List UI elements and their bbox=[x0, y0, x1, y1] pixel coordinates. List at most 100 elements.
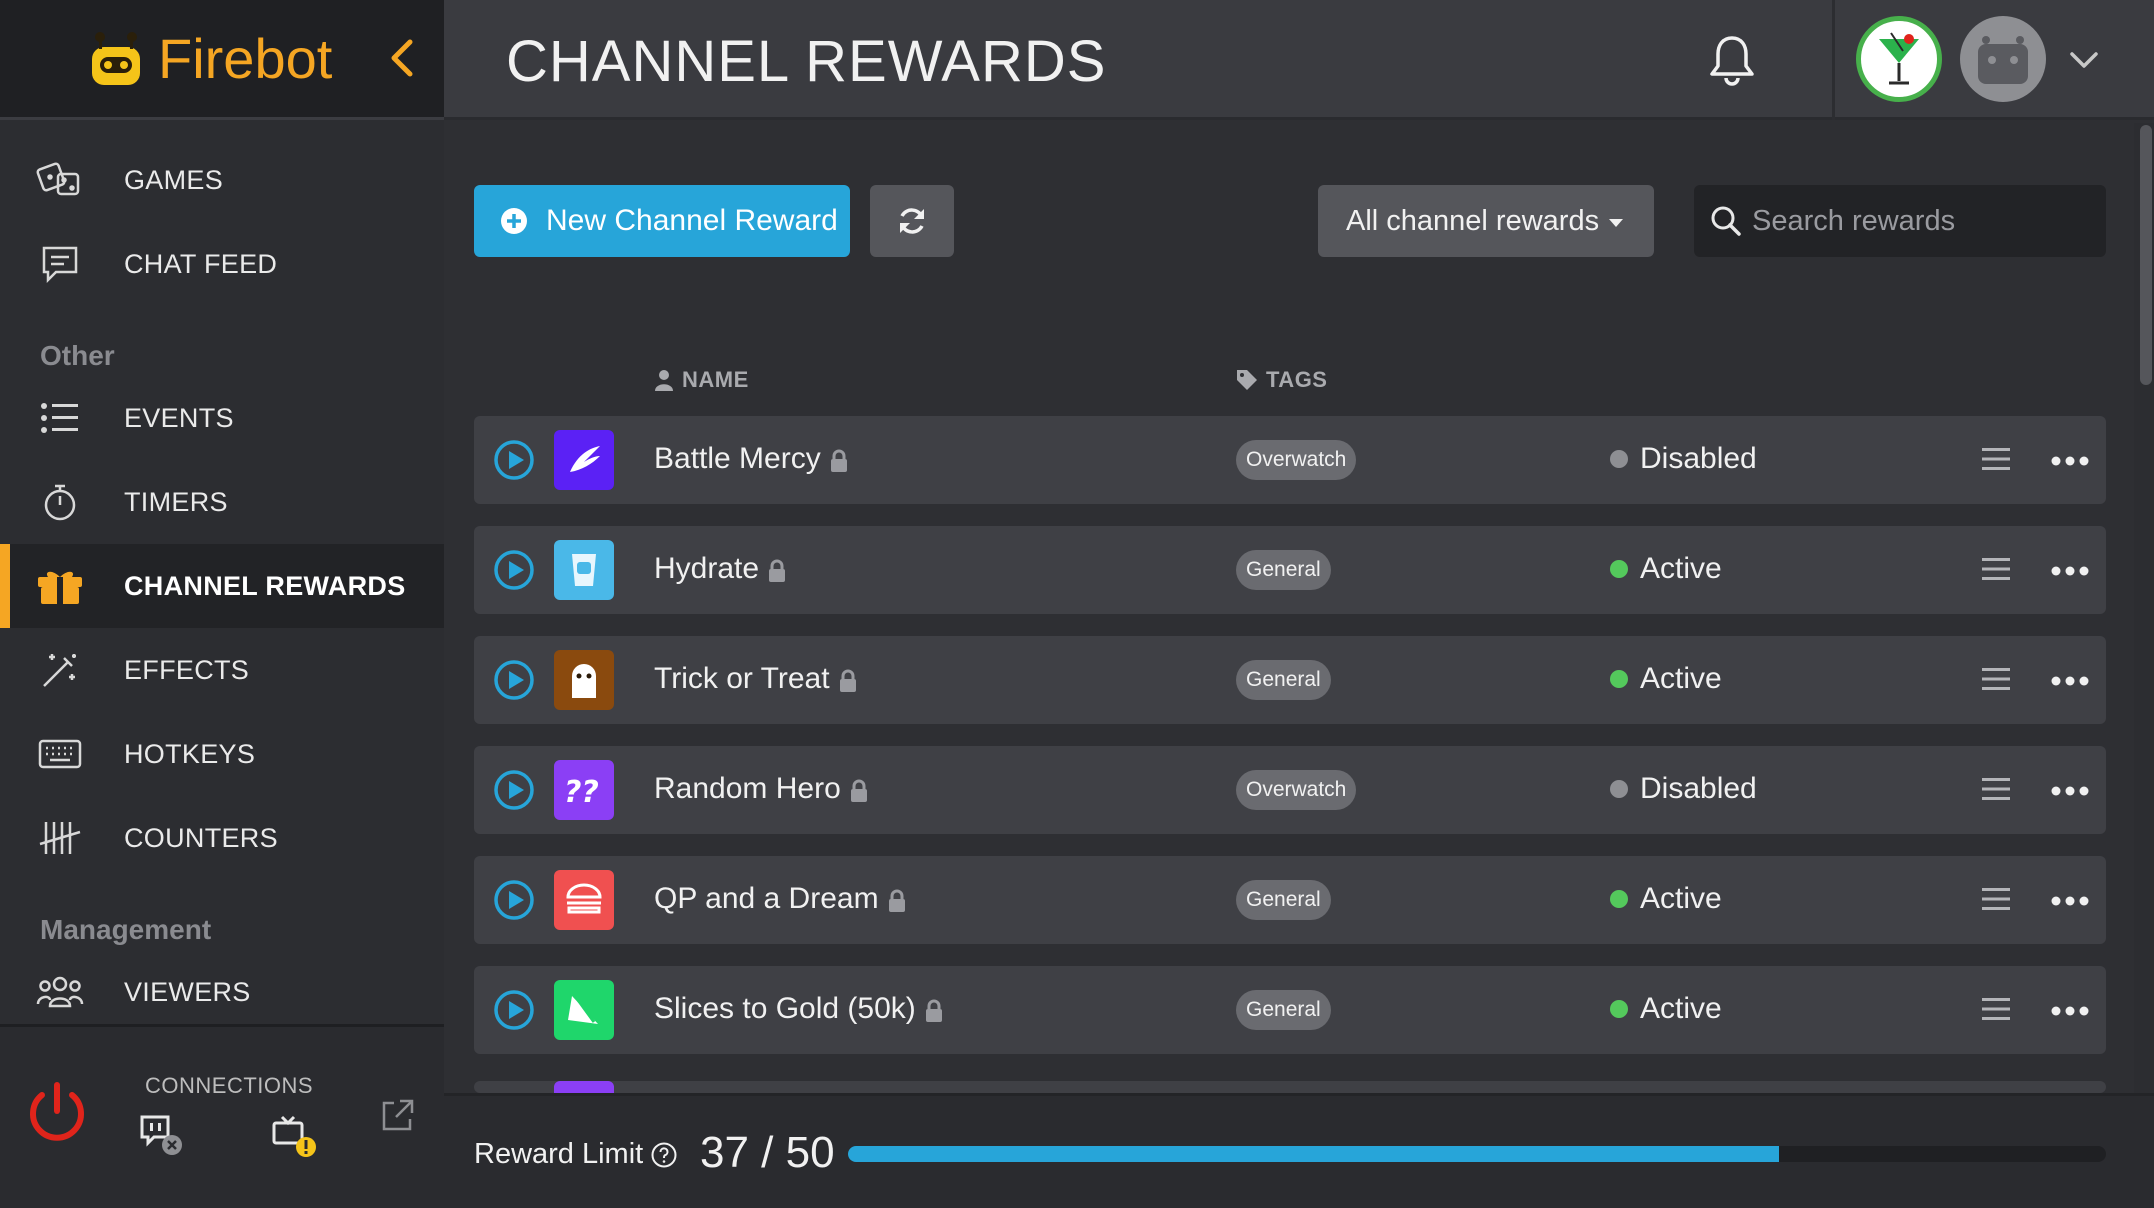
status-dot bbox=[1610, 560, 1628, 578]
scrollbar-thumb[interactable] bbox=[2140, 125, 2152, 385]
more-options-icon[interactable] bbox=[2050, 454, 2090, 466]
refresh-button[interactable] bbox=[870, 185, 954, 257]
collapse-sidebar-button[interactable] bbox=[378, 30, 426, 86]
reward-name-wrap: Battle Mercy bbox=[654, 442, 849, 476]
chevron-down-icon[interactable] bbox=[2064, 44, 2104, 76]
drag-handle-icon[interactable] bbox=[1982, 886, 2010, 912]
sidebar-item-label: COUNTERS bbox=[124, 822, 278, 853]
power-icon[interactable] bbox=[24, 1079, 90, 1145]
tag-badge: General bbox=[1236, 550, 1331, 590]
reward-name: Slices to Gold (50k) bbox=[654, 992, 916, 1025]
tally-icon bbox=[36, 814, 84, 862]
keyboard-icon bbox=[36, 730, 84, 778]
reward-icon bbox=[554, 1081, 614, 1093]
tag-badge: Overwatch bbox=[1236, 440, 1357, 480]
plus-circle-icon bbox=[501, 208, 527, 234]
drag-handle-icon[interactable] bbox=[1982, 666, 2010, 692]
more-options-icon[interactable] bbox=[2050, 674, 2090, 686]
reward-name-wrap: Random Hero bbox=[654, 772, 869, 806]
play-icon[interactable] bbox=[494, 770, 534, 810]
svg-text:??: ?? bbox=[564, 775, 599, 810]
cocktail-icon bbox=[1879, 32, 1919, 85]
sidebar-item-events[interactable]: EVENTS bbox=[0, 376, 444, 460]
new-channel-reward-button[interactable]: New Channel Reward bbox=[474, 185, 850, 257]
bot-avatar[interactable] bbox=[1960, 16, 2046, 102]
app-name: Firebot bbox=[158, 27, 333, 90]
table-row[interactable]: Battle Mercy Overwatch Disabled bbox=[474, 416, 2106, 504]
status-label: Active bbox=[1640, 552, 1722, 585]
sidebar-item-viewers[interactable]: VIEWERS bbox=[0, 950, 444, 1034]
help-icon[interactable] bbox=[651, 1142, 677, 1168]
sidebar-item-counters[interactable]: COUNTERS bbox=[0, 796, 444, 880]
sidebar-item-label: CHAT FEED bbox=[124, 248, 278, 279]
status-label: Active bbox=[1640, 992, 1722, 1025]
brand-header: Firebot bbox=[0, 0, 444, 120]
play-icon[interactable] bbox=[494, 880, 534, 920]
status-label: Active bbox=[1640, 882, 1722, 915]
column-header-tags[interactable]: TAGS bbox=[1236, 367, 1327, 393]
status-dot bbox=[1610, 670, 1628, 688]
sidebar-item-channel-rewards[interactable]: CHANNEL REWARDS bbox=[0, 544, 444, 628]
status-dot bbox=[1610, 890, 1628, 908]
connections-label: CONNECTIONS bbox=[145, 1073, 314, 1098]
reward-name: Random Hero bbox=[654, 772, 841, 805]
play-icon[interactable] bbox=[494, 660, 534, 700]
play-icon[interactable] bbox=[494, 550, 534, 590]
sidebar-item-label: EFFECTS bbox=[124, 654, 250, 685]
status-indicator: Active bbox=[1610, 662, 1722, 696]
divider bbox=[1832, 0, 1835, 120]
play-icon[interactable] bbox=[494, 990, 534, 1030]
more-options-icon[interactable] bbox=[2050, 894, 2090, 906]
reward-filter-dropdown[interactable]: All channel rewards bbox=[1318, 185, 1654, 257]
gift-icon bbox=[36, 562, 84, 610]
column-header-name[interactable]: NAME bbox=[654, 367, 749, 393]
sidebar-item-chat-feed[interactable]: CHAT FEED bbox=[0, 222, 444, 306]
reward-limit-progress-fill bbox=[848, 1146, 1779, 1162]
table-row[interactable]: Trick or Treat General Active bbox=[474, 636, 2106, 724]
lock-icon bbox=[887, 887, 907, 912]
sidebar-item-label: VIEWERS bbox=[124, 976, 251, 1007]
drag-handle-icon[interactable] bbox=[1982, 446, 2010, 472]
magic-wand-icon bbox=[36, 646, 84, 694]
sidebar-item-games[interactable]: GAMES bbox=[0, 138, 444, 222]
lock-icon bbox=[924, 997, 944, 1022]
reward-name-wrap: Hydrate bbox=[654, 552, 787, 586]
sidebar-item-label: CHANNEL REWARDS bbox=[124, 570, 406, 601]
overlay-connection-icon[interactable] bbox=[270, 1113, 320, 1159]
reward-name-wrap: Slices to Gold (50k) bbox=[654, 992, 944, 1026]
refresh-icon bbox=[900, 208, 924, 234]
more-options-icon[interactable] bbox=[2050, 564, 2090, 576]
play-icon[interactable] bbox=[494, 440, 534, 480]
status-indicator: Disabled bbox=[1610, 442, 1757, 476]
lock-icon bbox=[838, 667, 858, 692]
search-input[interactable] bbox=[1752, 185, 2092, 257]
lock-icon bbox=[849, 777, 869, 802]
table-row[interactable]: Hydrate General Active bbox=[474, 526, 2106, 614]
reward-limit-bar: Reward Limit 37 / 50 bbox=[444, 1093, 2154, 1208]
sidebar-item-timers[interactable]: TIMERS bbox=[0, 460, 444, 544]
table-row[interactable]: QP and a Dream General Active bbox=[474, 856, 2106, 944]
status-indicator: Disabled bbox=[1610, 772, 1757, 806]
drag-handle-icon[interactable] bbox=[1982, 776, 2010, 802]
sidebar-item-effects[interactable]: EFFECTS bbox=[0, 628, 444, 712]
top-bar: CHANNEL REWARDS bbox=[444, 0, 2154, 120]
more-options-icon[interactable] bbox=[2050, 1004, 2090, 1016]
twitch-chat-connection-icon[interactable] bbox=[138, 1113, 186, 1157]
drag-handle-icon[interactable] bbox=[1982, 556, 2010, 582]
section-label-management: Management bbox=[40, 914, 212, 945]
drag-handle-icon[interactable] bbox=[1982, 996, 2010, 1022]
status-dot bbox=[1610, 450, 1628, 468]
reward-filter-label: All channel rewards bbox=[1346, 204, 1600, 237]
sidebar-item-hotkeys[interactable]: HOTKEYS bbox=[0, 712, 444, 796]
lock-icon bbox=[829, 447, 849, 472]
more-options-icon[interactable] bbox=[2050, 784, 2090, 796]
table-row[interactable]: Slices to Gold (50k) General Active bbox=[474, 966, 2106, 1054]
tag-badge: General bbox=[1236, 990, 1331, 1030]
table-row[interactable]: ?? Random Hero Overwatch Disabled bbox=[474, 746, 2106, 834]
streamer-avatar[interactable] bbox=[1856, 16, 1942, 102]
sidebar-item-label: GAMES bbox=[124, 164, 224, 195]
chat-icon bbox=[36, 240, 84, 288]
external-link-icon[interactable] bbox=[380, 1097, 416, 1133]
bell-icon[interactable] bbox=[1704, 32, 1760, 88]
reward-name: Trick or Treat bbox=[654, 662, 830, 695]
